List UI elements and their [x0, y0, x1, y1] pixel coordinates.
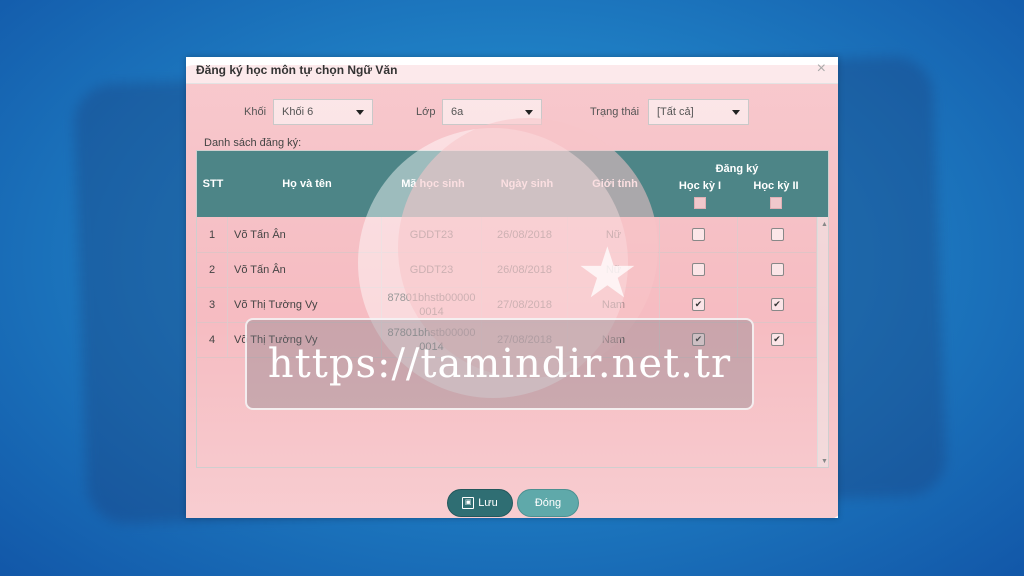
- table-scrollbar[interactable]: ▲ ▼: [817, 217, 828, 467]
- cell-dob: 27/08/2018: [482, 287, 568, 322]
- khoi-label: Khối: [244, 106, 267, 118]
- cell-term1: ✔: [660, 287, 738, 322]
- save-icon: ▣: [462, 497, 475, 509]
- cell-term1: [660, 217, 738, 252]
- cell-dob: 26/08/2018: [482, 252, 568, 287]
- close-button[interactable]: Đóng: [517, 489, 579, 517]
- cell-stt: 3: [197, 287, 228, 322]
- header-term1: Học kỳ I: [678, 180, 722, 192]
- header-gender: Giới tính: [592, 178, 638, 190]
- list-label: Danh sách đăng ký:: [204, 137, 302, 149]
- scroll-down-icon[interactable]: ▼: [821, 458, 828, 465]
- scroll-up-icon[interactable]: ▲: [821, 221, 828, 228]
- header-code: Mã học sinh: [401, 178, 465, 190]
- save-label: Lưu: [478, 497, 498, 509]
- chevron-down-icon: [356, 110, 364, 115]
- check-icon[interactable]: ✔: [770, 298, 784, 311]
- cell-gender: Nữ: [568, 217, 660, 252]
- lop-label: Lớp: [416, 106, 436, 118]
- cell-name: Võ Thị Tường Vy: [228, 287, 382, 322]
- close-icon[interactable]: ×: [817, 60, 826, 78]
- cell-dob: 26/08/2018: [482, 217, 568, 252]
- registration-table: STT Họ và tên Mã học sinh Ngày sinh Giới…: [196, 150, 829, 468]
- cell-name: Võ Tấn Ân: [228, 217, 382, 252]
- watermark: https://tamindir.net.tr: [245, 318, 754, 410]
- cell-gender: Nữ: [568, 252, 660, 287]
- lop-value: 6a: [451, 106, 464, 118]
- save-button[interactable]: ▣ Lưu: [447, 489, 513, 517]
- cell-term2: ✔: [738, 287, 817, 322]
- header-term2: Học kỳ II: [753, 180, 799, 192]
- cell-stt: 4: [197, 322, 228, 357]
- table-row: 2 Võ Tấn Ân GDDT23 26/08/2018 Nữ: [197, 252, 817, 288]
- cell-code: GDDT23: [382, 217, 482, 252]
- cell-stt: 1: [197, 217, 228, 252]
- khoi-select[interactable]: Khối 6: [273, 99, 373, 125]
- table-header: STT Họ và tên Mã học sinh Ngày sinh Giới…: [197, 151, 828, 217]
- cell-term2: [738, 252, 817, 287]
- trangthai-select[interactable]: [Tất cả]: [648, 99, 749, 125]
- header-register: Đăng ký: [715, 163, 759, 175]
- khoi-value: Khối 6: [282, 106, 314, 118]
- lop-select[interactable]: 6a: [442, 99, 542, 125]
- term1-checkbox[interactable]: [692, 263, 705, 276]
- table-row: 1 Võ Tấn Ân GDDT23 26/08/2018 Nữ: [197, 217, 817, 253]
- cell-code: 87801bhstb00000 0014: [382, 287, 482, 322]
- trangthai-label: Trạng thái: [590, 106, 640, 118]
- dialog-title: Đăng ký học môn tự chọn Ngữ Văn: [196, 63, 398, 77]
- select-all-term2-checkbox[interactable]: [770, 197, 782, 209]
- header-stt: STT: [202, 178, 224, 190]
- chevron-down-icon: [732, 110, 740, 115]
- term1-checkbox[interactable]: [692, 228, 705, 241]
- header-name: Họ và tên: [282, 178, 332, 190]
- check-icon[interactable]: ✔: [692, 298, 705, 311]
- trangthai-value: [Tất cả]: [657, 106, 694, 118]
- cell-code: GDDT23: [382, 252, 482, 287]
- cell-term1: [660, 252, 738, 287]
- cell-stt: 2: [197, 252, 228, 287]
- cell-name: Võ Tấn Ân: [228, 252, 382, 287]
- close-label: Đóng: [534, 497, 562, 509]
- term2-checkbox[interactable]: [770, 228, 784, 241]
- cell-term2: [738, 217, 817, 252]
- cell-gender: Nam: [568, 287, 660, 322]
- check-icon[interactable]: ✔: [770, 333, 784, 346]
- dialog-titlebar: Đăng ký học môn tự chọn Ngữ Văn ×: [186, 57, 838, 84]
- chevron-down-icon: [525, 110, 533, 115]
- select-all-term1-checkbox[interactable]: [694, 197, 706, 209]
- header-dob: Ngày sinh: [500, 178, 554, 190]
- registration-dialog: Đăng ký học môn tự chọn Ngữ Văn × Khối K…: [186, 57, 838, 518]
- term2-checkbox[interactable]: [770, 263, 784, 276]
